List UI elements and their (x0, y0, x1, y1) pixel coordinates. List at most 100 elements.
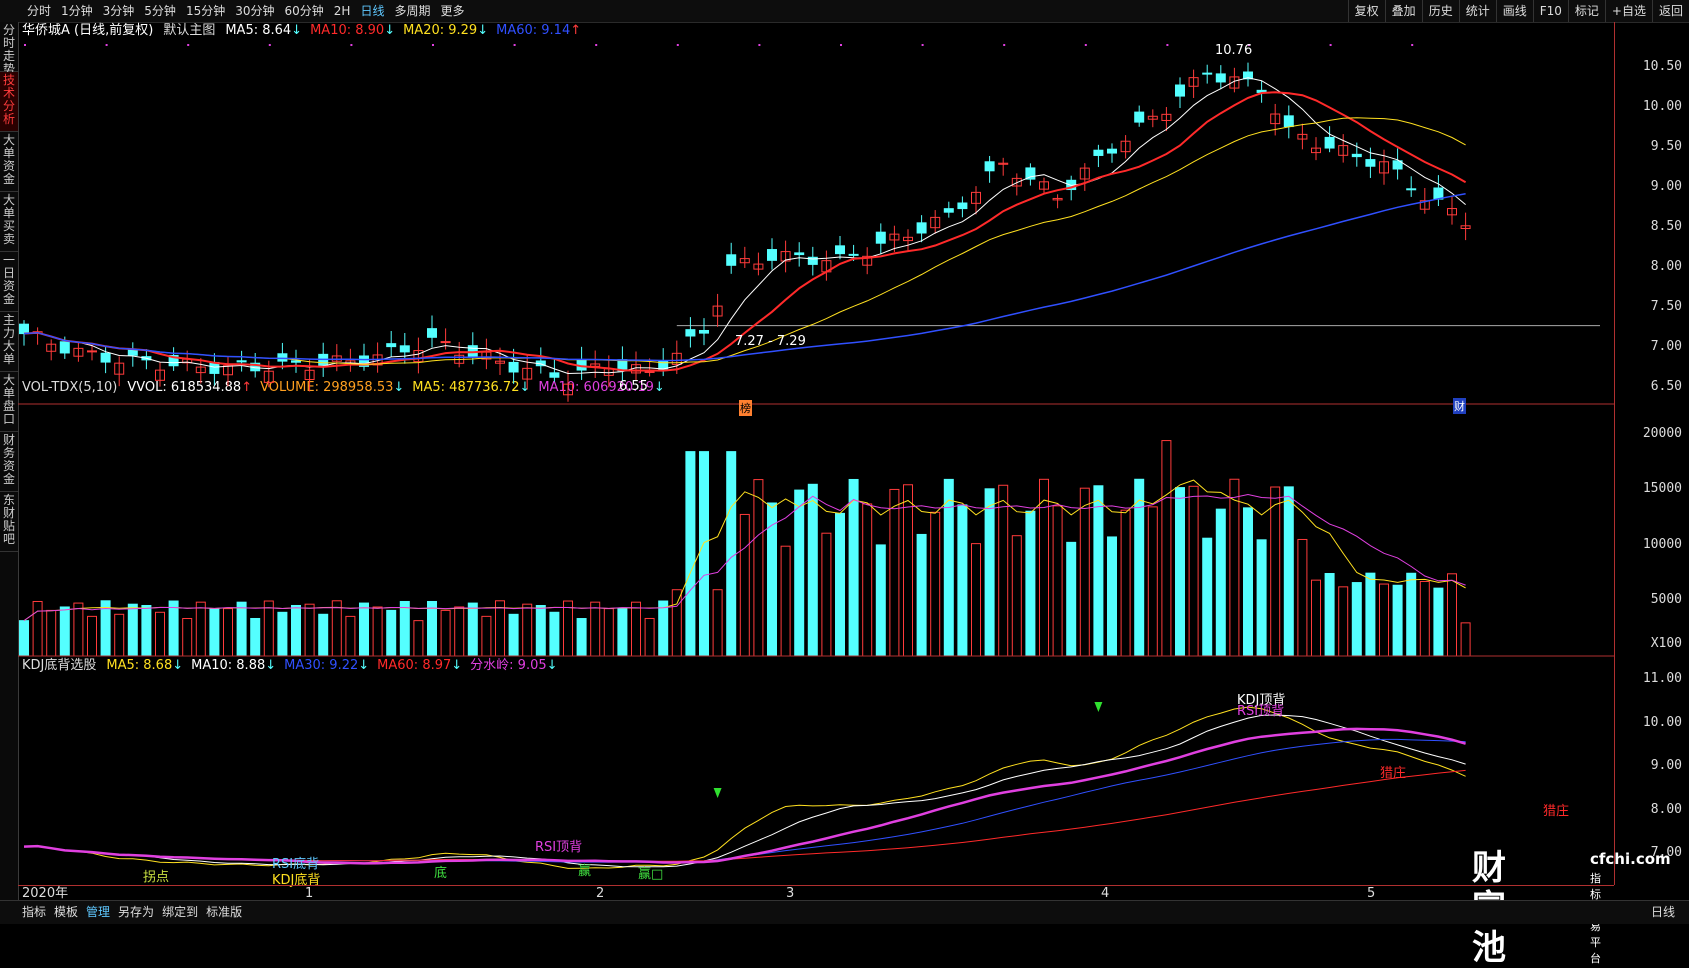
volume-bar (1107, 536, 1117, 657)
volume-bar (87, 615, 97, 657)
volume-bar (318, 613, 329, 657)
volume-bar (1188, 485, 1199, 657)
volume-bar (440, 609, 451, 657)
date-tick: 3 (786, 886, 795, 901)
volume-bar (522, 603, 533, 657)
volume-tick: 5000 (1650, 591, 1682, 607)
date-tick: 2 (596, 886, 605, 901)
volume-bar (1243, 507, 1253, 657)
bottom-tabs: 指标 模板 管理 另存为 绑定到 标准版 (18, 901, 246, 923)
volume-bar (1175, 487, 1185, 657)
tag-bang[interactable]: 榜 (739, 400, 752, 416)
volume-bar (359, 602, 369, 657)
volume-bar (563, 600, 573, 657)
candle-body (1324, 136, 1335, 149)
candle-body (685, 329, 696, 337)
bottom-tab[interactable]: 标准版 (202, 901, 246, 923)
candle-body (209, 361, 220, 374)
price-tick: 7.00 (1650, 339, 1682, 354)
signal-dot (350, 44, 353, 46)
candle-body (236, 360, 247, 363)
bottom-tab[interactable]: 另存为 (114, 901, 158, 923)
period-indicator[interactable]: 日线 (1647, 901, 1679, 923)
volume-bar (1120, 509, 1131, 657)
volume-bar (195, 601, 206, 657)
volume-bar (1215, 508, 1226, 657)
volume-bar (848, 478, 859, 657)
candle-body (427, 328, 437, 338)
volume-bar (127, 603, 138, 657)
signal-dot (921, 44, 924, 46)
signal-dot (1003, 44, 1006, 46)
candle-body (1025, 167, 1036, 180)
volume-bar (155, 611, 165, 657)
volume-bar (1351, 582, 1362, 657)
buy-arrow-icon (1094, 702, 1103, 712)
kdj-tick: 9.00 (1650, 758, 1682, 774)
volume-bar (481, 615, 492, 657)
volume-bar (1365, 572, 1376, 657)
volume-bar (46, 609, 57, 657)
signal-dot (432, 44, 434, 46)
volume-bar (1052, 505, 1063, 657)
signal-dot (1166, 44, 1169, 46)
bottom-tab[interactable]: 指标 (18, 901, 50, 923)
volume-bar (223, 608, 233, 657)
signal-dot (105, 44, 108, 46)
volume-bar (576, 618, 587, 657)
volume-bar (467, 602, 478, 657)
volume-bar (1256, 539, 1267, 657)
bottom-toolbar: 指标 模板 管理 另存为 绑定到 标准版 日线 (0, 900, 1689, 924)
signal-dot (676, 44, 679, 46)
volume-bar (1311, 579, 1321, 657)
stock-chart[interactable] (0, 0, 1689, 923)
kdj-tick: 8.00 (1650, 801, 1682, 817)
price-axis: 10.50 10.00 9.50 9.00 8.50 8.00 7.50 7.00 6.50 (1614, 22, 1689, 404)
bottom-tab[interactable]: 模板 (50, 901, 82, 923)
bottom-tab[interactable]: 绑定到 (158, 901, 202, 923)
volume-bar (726, 451, 737, 657)
volume-bar (916, 533, 927, 657)
volume-bar (767, 502, 777, 657)
volume-bar (372, 606, 383, 657)
signal-rsi-top-2: RSI顶背 (535, 840, 583, 855)
volume-bar (780, 545, 791, 657)
candle-body (1134, 111, 1145, 123)
volume-bar (236, 601, 247, 657)
volume-bar (1433, 587, 1444, 657)
candle-body (943, 208, 954, 213)
volume-bar (807, 483, 818, 657)
volume-bar (304, 603, 315, 657)
volume-bar (32, 600, 43, 657)
candle-body (984, 161, 995, 172)
watermark-site: cfchi.com (1590, 850, 1671, 868)
price-tick: 10.50 (1642, 59, 1682, 74)
signal-dot (840, 44, 842, 46)
tag-cai[interactable]: 财 (1453, 398, 1466, 414)
candle-body (1406, 188, 1417, 191)
candle-body (1365, 159, 1376, 167)
date-axis: 2020年 1 2 3 4 5 (18, 885, 1614, 901)
candle-body (277, 353, 288, 362)
volume-bar (903, 484, 913, 657)
volume-bar (1460, 622, 1471, 657)
kdj-watershed-line (23, 727, 1466, 865)
price-tick: 6.50 (1650, 379, 1682, 394)
volume-bar (114, 613, 125, 657)
volume-bar (930, 511, 941, 657)
volume-bar (1079, 487, 1090, 657)
volume-bar (685, 451, 696, 657)
volume-bar (739, 513, 750, 657)
price-tick: 8.00 (1650, 259, 1682, 274)
volume-bar (862, 503, 873, 657)
volume-bar (1379, 583, 1389, 657)
volume-bar (413, 620, 424, 657)
ma5-line (23, 77, 1466, 375)
volume-bar (712, 589, 723, 657)
buy-arrow-icon (713, 788, 722, 798)
volume-bar (617, 608, 628, 657)
volume-bar (1229, 478, 1240, 657)
candle-body (100, 352, 111, 363)
bottom-tab[interactable]: 管理 (82, 901, 114, 923)
volume-bar (1161, 440, 1172, 657)
